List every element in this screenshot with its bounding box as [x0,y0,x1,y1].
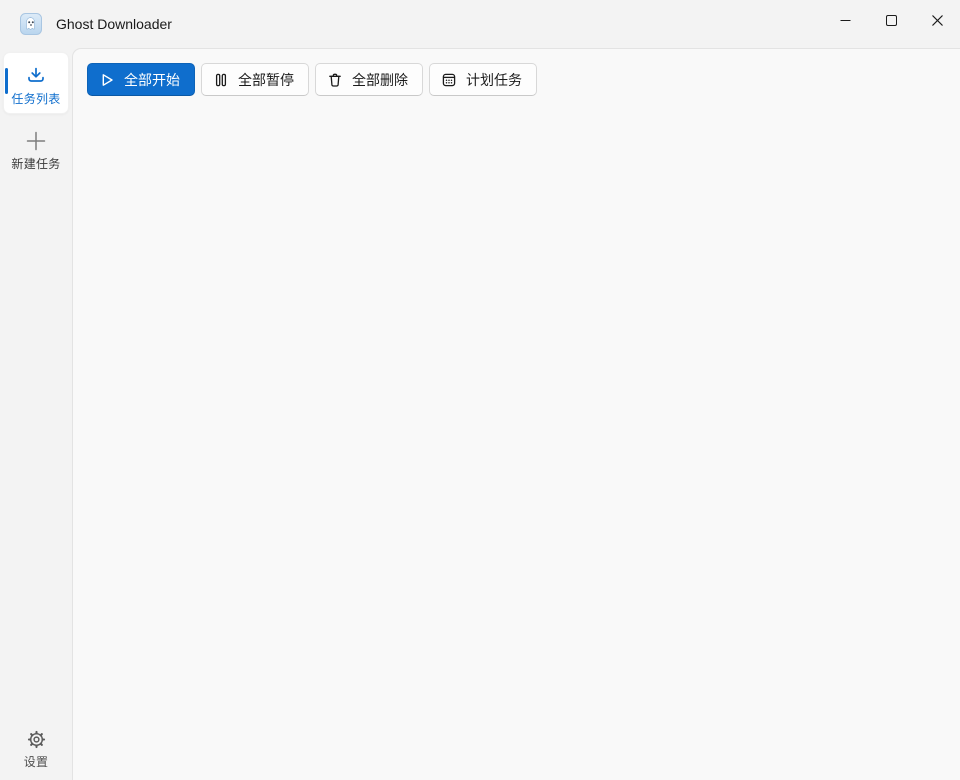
sidebar: 任务列表 新建任务 设置 [0,48,72,780]
start-all-button[interactable]: 全部开始 [87,63,195,96]
scheduled-tasks-button[interactable]: 计划任务 [429,63,537,96]
pause-icon [213,72,229,88]
selection-indicator [5,68,8,94]
ghost-app-icon [20,13,42,35]
titlebar: Ghost Downloader [0,0,960,48]
play-icon [99,72,115,88]
main-content-area: 全部开始 全部暂停 全部删除 [72,48,960,780]
sidebar-spacer [0,174,72,712]
pause-all-button[interactable]: 全部暂停 [201,63,309,96]
button-label: 全部删除 [352,70,408,90]
maximize-button[interactable] [868,0,914,40]
sidebar-item-new-task[interactable]: 新建任务 [0,126,72,174]
window-title: Ghost Downloader [56,16,172,32]
toolbar: 全部开始 全部暂停 全部删除 [73,49,960,96]
trash-icon [327,72,343,88]
delete-all-button[interactable]: 全部删除 [315,63,423,96]
button-label: 全部开始 [124,70,180,90]
minimize-button[interactable] [822,0,868,40]
download-icon [25,65,47,87]
plus-icon [25,130,47,152]
button-label: 计划任务 [466,70,522,90]
sidebar-item-task-list[interactable]: 任务列表 [3,52,69,114]
window-controls [822,0,960,48]
close-button[interactable] [914,0,960,40]
sidebar-item-label: 任务列表 [11,90,60,107]
button-label: 全部暂停 [238,70,294,90]
sidebar-item-label: 新建任务 [11,155,60,172]
task-list-empty [73,111,960,780]
sidebar-item-settings[interactable]: 设置 [0,724,72,772]
sidebar-item-label: 设置 [24,753,49,770]
calendar-icon [441,72,457,88]
gear-icon [25,728,47,750]
